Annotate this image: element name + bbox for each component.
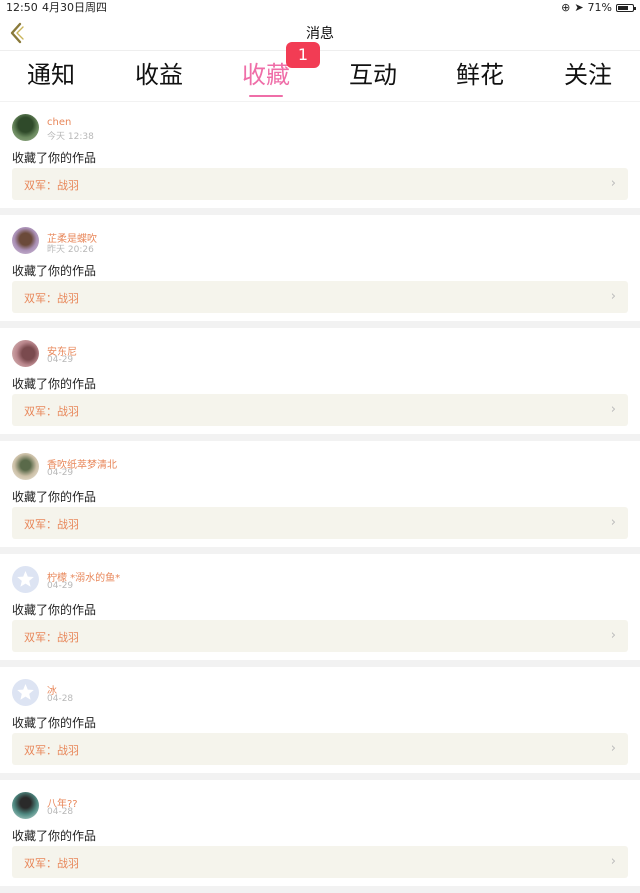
default-avatar-icon[interactable] [12, 566, 39, 593]
chevron-right-icon: › [610, 628, 616, 643]
timestamp: 04-29 [47, 355, 74, 365]
location-arrow-icon: ➤ [574, 1, 584, 14]
status-bar: 12:50 4月30日周四 ⊕ ➤ 71% [0, 0, 640, 16]
action-text: 收藏了你的作品 [12, 264, 97, 278]
avatar[interactable] [12, 227, 39, 254]
work-link[interactable]: 双军：战羽 › [12, 281, 628, 313]
list-item: 冰 04-28 收藏了你的作品 双军：战羽 › [0, 667, 640, 773]
list-item: 安东尼 04-29 收藏了你的作品 双军：战羽 › [0, 328, 640, 434]
tab-notifications[interactable]: 通知 [6, 55, 96, 99]
work-link[interactable]: 双军：战羽 › [12, 168, 628, 200]
work-title: 双军：战羽 [24, 292, 79, 305]
avatar[interactable] [12, 114, 39, 141]
status-time: 12:50 [6, 1, 38, 14]
tab-label: 通知 [27, 61, 75, 89]
chevron-right-icon: › [610, 854, 616, 869]
work-title: 双军：战羽 [24, 179, 79, 192]
username[interactable]: chen [47, 117, 71, 128]
tab-bar: 通知 收益 收藏 互动 鲜花 关注 [0, 51, 640, 101]
unread-badge: 1 [286, 42, 320, 68]
chevron-right-icon: › [610, 402, 616, 417]
list-item: 八年?? 04-28 收藏了你的作品 双军：战羽 › [0, 780, 640, 886]
tab-label: 收益 [135, 61, 183, 89]
tab-earnings[interactable]: 收益 [114, 55, 204, 99]
work-link[interactable]: 双军：战羽 › [12, 733, 628, 765]
action-text: 收藏了你的作品 [12, 603, 97, 617]
work-title: 双军：战羽 [24, 405, 79, 418]
active-tab-underline [249, 95, 283, 97]
timestamp: 04-29 [47, 581, 74, 591]
battery-icon [616, 4, 636, 12]
chevron-right-icon: › [610, 176, 616, 191]
action-text: 收藏了你的作品 [12, 151, 97, 165]
work-title: 双军：战羽 [24, 631, 79, 644]
tab-label: 收藏 [242, 61, 290, 89]
status-date: 4月30日周四 [42, 1, 107, 14]
list-item: chen 今天 12:38 收藏了你的作品 双军：战羽 › [0, 102, 640, 208]
chevron-right-icon: › [610, 515, 616, 530]
timestamp: 04-29 [47, 468, 74, 478]
list-item: 芷柔是蝶吹 昨天 20:26 收藏了你的作品 双军：战羽 › [0, 215, 640, 321]
action-text: 收藏了你的作品 [12, 377, 97, 391]
avatar[interactable] [12, 340, 39, 367]
chevron-right-icon: › [610, 741, 616, 756]
tab-flowers[interactable]: 鲜花 [435, 55, 525, 99]
work-title: 双军：战羽 [24, 857, 79, 870]
timestamp: 04-28 [47, 807, 74, 817]
message-list: chen 今天 12:38 收藏了你的作品 双军：战羽 › 芷柔是蝶吹 昨天 2… [0, 102, 640, 893]
default-avatar-icon[interactable] [12, 679, 39, 706]
action-text: 收藏了你的作品 [12, 490, 97, 504]
work-link[interactable]: 双军：战羽 › [12, 846, 628, 878]
work-title: 双军：战羽 [24, 744, 79, 757]
tab-label: 互动 [349, 61, 397, 89]
page-title: 消息 [306, 26, 334, 42]
avatar[interactable] [12, 453, 39, 480]
tab-interactions[interactable]: 互动 [328, 55, 418, 99]
avatar[interactable] [12, 792, 39, 819]
work-link[interactable]: 双军：战羽 › [12, 507, 628, 539]
timestamp: 今天 12:38 [47, 132, 94, 142]
timestamp: 04-28 [47, 694, 74, 704]
work-link[interactable]: 双军：战羽 › [12, 620, 628, 652]
work-title: 双军：战羽 [24, 518, 79, 531]
tab-follows[interactable]: 关注 [543, 55, 633, 99]
action-text: 收藏了你的作品 [12, 716, 97, 730]
nav-bar: 消息 [0, 16, 640, 51]
list-item: 香吹纸萃梦清北 04-29 收藏了你的作品 双军：战羽 › [0, 441, 640, 547]
status-indicators: ⊕ ➤ 71% [561, 0, 636, 16]
timestamp: 昨天 20:26 [47, 245, 94, 255]
work-link[interactable]: 双军：战羽 › [12, 394, 628, 426]
tab-label: 鲜花 [456, 61, 504, 89]
chevron-right-icon: › [610, 289, 616, 304]
battery-percent: 71% [587, 1, 612, 14]
tab-label: 关注 [564, 61, 612, 89]
link-icon: ⊕ [561, 1, 571, 14]
action-text: 收藏了你的作品 [12, 829, 97, 843]
list-item: 柠檬 *溺水的鱼* 04-29 收藏了你的作品 双军：战羽 › [0, 554, 640, 660]
